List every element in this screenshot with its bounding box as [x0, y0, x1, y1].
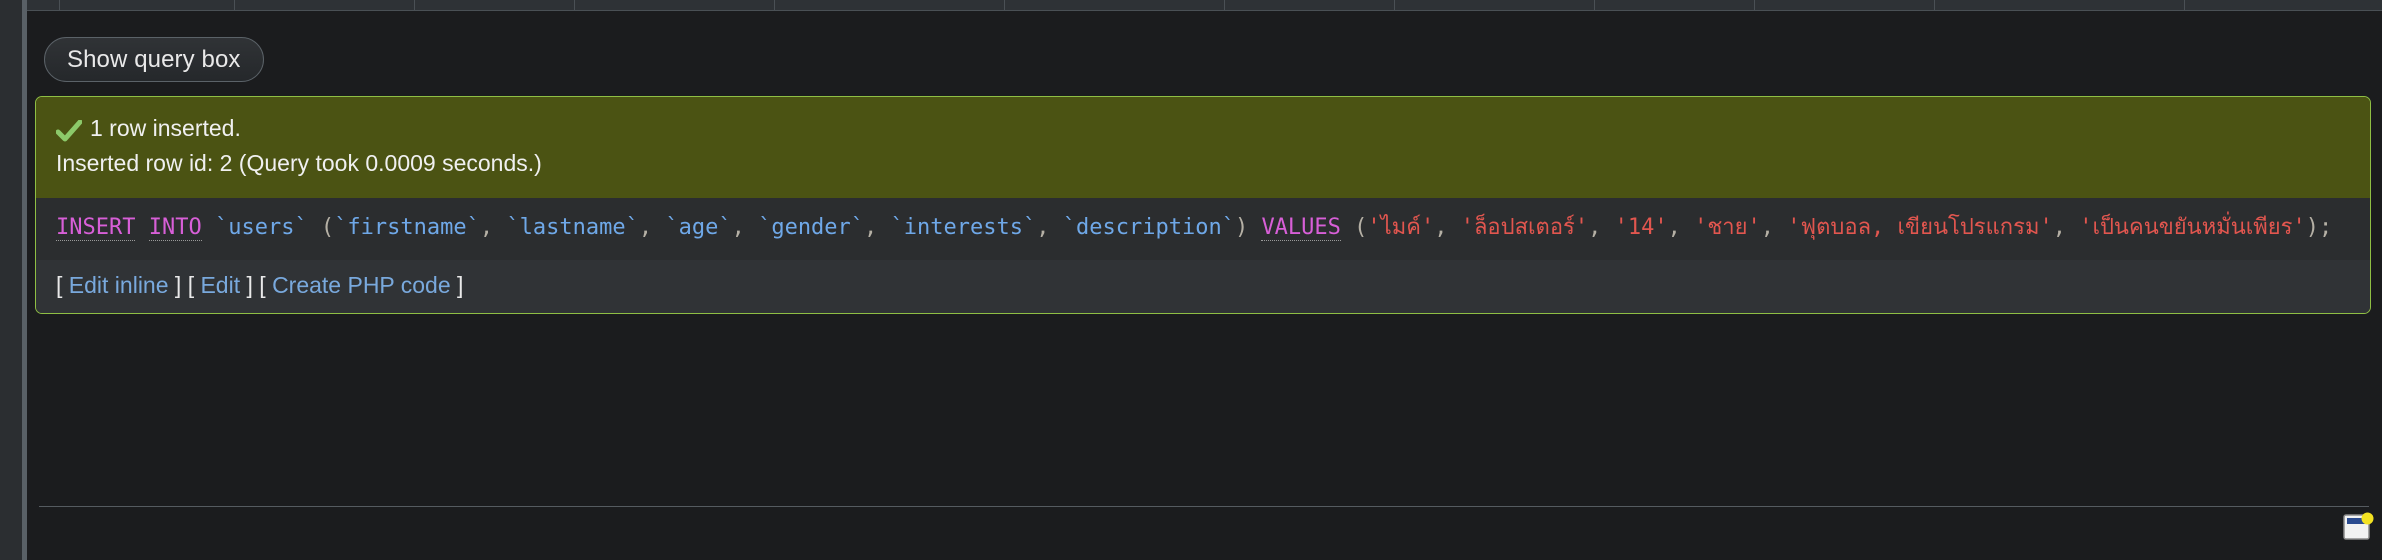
success-detail-row: Inserted row id: 2 (Query took 0.0009 se…: [36, 146, 2370, 181]
nav-strip-cell-10[interactable]: [1755, 0, 1935, 10]
sql-token-8: `lastname`: [506, 215, 639, 240]
sidebar-panel: [0, 0, 22, 560]
navigation-strip: [0, 0, 2382, 11]
edit-inline-link[interactable]: Edit inline: [69, 272, 169, 298]
bracket-open-1: [: [187, 271, 201, 298]
sql-token-14: `interests`: [890, 215, 1037, 240]
bracket-close-2: ]: [450, 271, 464, 298]
sql-token-10: `age`: [665, 215, 732, 240]
nav-strip-cell-7[interactable]: [1225, 0, 1395, 10]
sql-token-2: INTO: [148, 215, 202, 241]
sql-token-26: 'ชาย': [1694, 215, 1761, 240]
sql-token-21: ,: [1434, 215, 1461, 240]
bracket-open-0: [: [56, 271, 69, 298]
sql-token-13: ,: [864, 215, 891, 240]
main-content: Show query box 1 row inserted. Inserted …: [27, 11, 2382, 560]
sql-token-28: 'ฟุตบอล, เขียนโปรแกรม': [1787, 215, 2053, 240]
nav-strip-cell-3[interactable]: [415, 0, 575, 10]
success-detail-text: Inserted row id: 2 (Query took 0.0009 se…: [56, 149, 542, 176]
sql-token-12: `gender`: [758, 215, 865, 240]
sql-token-18: VALUES: [1261, 215, 1341, 241]
sql-token-17: ): [1234, 215, 1262, 240]
nav-strip-cell-11[interactable]: [1935, 0, 2185, 10]
sql-token-19: (: [1340, 215, 1368, 240]
section-divider: [39, 506, 2369, 507]
sql-token-0: INSERT: [56, 215, 136, 241]
success-message-row: 1 row inserted.: [36, 111, 2370, 146]
sql-token-1: [135, 215, 148, 240]
nav-strip-cell-4[interactable]: [575, 0, 775, 10]
sql-token-22: 'ล็อปสเตอร์': [1460, 215, 1589, 240]
sql-token-7: ,: [479, 215, 507, 240]
nav-strip-cell-8[interactable]: [1395, 0, 1595, 10]
sql-token-6: `firstname`: [334, 215, 480, 240]
sql-token-24: '14': [1614, 215, 1668, 240]
nav-strip-cell-2[interactable]: [235, 0, 415, 10]
create-php-code-link[interactable]: Create PHP code: [272, 272, 451, 298]
sql-token-20: 'ไมค์': [1367, 215, 1435, 240]
nav-strip-cell-9[interactable]: [1595, 0, 1755, 10]
sql-token-11: ,: [731, 215, 759, 240]
sql-token-5: (: [307, 215, 335, 240]
sql-token-30: 'เป็นคนขยันหมั่นเพียร': [2079, 215, 2306, 240]
sql-token-23: ,: [1588, 215, 1615, 240]
edit-link[interactable]: Edit: [200, 272, 240, 298]
sql-query-display[interactable]: INSERT INTO `users` (`firstname`, `lastn…: [36, 198, 2370, 260]
success-message-text: 1 row inserted.: [90, 115, 241, 141]
success-banner: 1 row inserted. Inserted row id: 2 (Quer…: [36, 97, 2370, 198]
bracket-close-1: ]: [240, 271, 260, 298]
nav-strip-cell-6[interactable]: [1005, 0, 1225, 10]
show-query-box-button[interactable]: Show query box: [44, 37, 264, 82]
sql-token-15: ,: [1036, 215, 1063, 240]
check-icon: [55, 117, 83, 142]
nav-strip-cell-1[interactable]: [60, 0, 235, 10]
console-window-icon[interactable]: [2342, 511, 2374, 543]
sql-token-25: ,: [1667, 215, 1695, 240]
show-query-box-label: Show query box: [67, 45, 241, 73]
query-result-box: 1 row inserted. Inserted row id: 2 (Quer…: [35, 96, 2371, 314]
sql-token-9: ,: [638, 215, 666, 240]
sql-token-16: `description`: [1062, 215, 1235, 240]
result-actions: [ Edit inline ] [ Edit ] [ Create PHP co…: [36, 259, 2370, 313]
bracket-close-0: ]: [168, 271, 188, 298]
sql-token-27: ,: [1760, 215, 1788, 240]
bracket-open-2: [: [259, 271, 273, 298]
sql-token-4: `users`: [214, 215, 308, 240]
sql-token-31: );: [2305, 215, 2333, 240]
sql-token-3: [202, 215, 215, 240]
sql-token-29: ,: [2052, 215, 2080, 240]
nav-strip-cell-5[interactable]: [775, 0, 1005, 10]
